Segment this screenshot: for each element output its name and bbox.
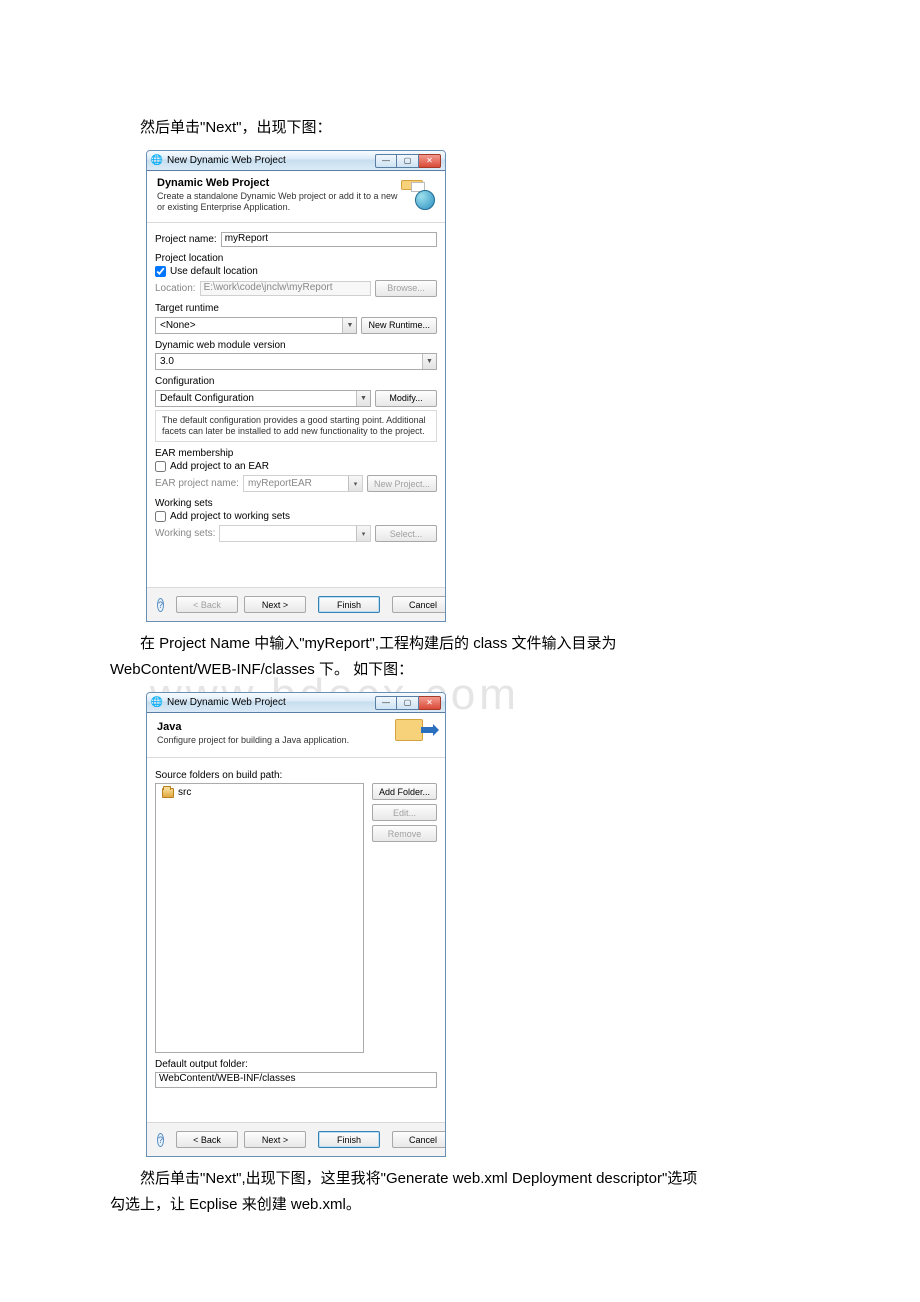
remove-button: Remove	[372, 825, 437, 842]
help-button[interactable]: ?	[157, 1133, 164, 1147]
next-button[interactable]: Next >	[244, 596, 306, 613]
cancel-button[interactable]: Cancel	[392, 596, 446, 613]
minimize-button[interactable]: —	[375, 696, 397, 710]
maximize-button[interactable]: ▢	[397, 154, 419, 168]
default-output-folder-label: Default output folder:	[155, 1059, 437, 1070]
configuration-description: The default configuration provides a goo…	[155, 410, 437, 443]
close-button[interactable]: ✕	[419, 154, 441, 168]
body-para-1: 然后单击"Next"，出现下图：	[110, 116, 810, 140]
body-para-3b: 勾选上，让 Ecplise 来创建 web.xml。	[110, 1193, 810, 1217]
titlebar: 🌐 New Dynamic Web Project — ▢ ✕	[147, 151, 445, 171]
chevron-down-icon: ▼	[356, 391, 370, 406]
window-title: New Dynamic Web Project	[167, 697, 371, 708]
location-label: Location:	[155, 283, 196, 294]
add-to-ear-label: Add project to an EAR	[170, 461, 269, 472]
help-button[interactable]: ?	[157, 598, 164, 612]
working-sets-combo: ▾	[219, 525, 371, 542]
add-to-working-sets-label: Add project to working sets	[170, 511, 290, 522]
banner-description: Configure project for building a Java ap…	[157, 735, 395, 746]
finish-button[interactable]: Finish	[318, 1131, 380, 1148]
window-title: New Dynamic Web Project	[167, 155, 371, 166]
ear-project-name-combo: myReportEAR▾	[243, 475, 363, 492]
ear-project-name-label: EAR project name:	[155, 478, 239, 489]
package-folder-icon	[162, 788, 174, 798]
source-folders-tree[interactable]: src	[155, 783, 364, 1053]
select-button: Select...	[375, 525, 437, 542]
chevron-down-icon: ▾	[356, 526, 370, 541]
finish-button[interactable]: Finish	[318, 596, 380, 613]
project-name-label: Project name:	[155, 234, 217, 245]
dialog-new-dynamic-web-project-2: 🌐 New Dynamic Web Project — ▢ ✕ Java Con…	[146, 692, 446, 1157]
banner-title: Java	[157, 721, 395, 733]
body-para-3a: 然后单击"Next",出现下图，这里我将"Generate web.xml De…	[110, 1167, 810, 1191]
back-button[interactable]: < Back	[176, 1131, 238, 1148]
new-runtime-button[interactable]: New Runtime...	[361, 317, 437, 334]
body-para-2a: 在 Project Name 中输入"myReport",工程构建后的 clas…	[110, 632, 810, 656]
project-location-label: Project location	[155, 253, 437, 264]
working-sets-label: Working sets	[155, 498, 437, 509]
configuration-combo[interactable]: Default Configuration▼	[155, 390, 371, 407]
close-button[interactable]: ✕	[419, 696, 441, 710]
project-name-input[interactable]: myReport	[221, 232, 437, 247]
titlebar: 🌐 New Dynamic Web Project — ▢ ✕	[147, 693, 445, 713]
edit-button: Edit...	[372, 804, 437, 821]
tree-item-src[interactable]: src	[162, 787, 357, 798]
add-folder-button[interactable]: Add Folder...	[372, 783, 437, 800]
web-project-icon	[399, 180, 435, 210]
add-to-ear-checkbox[interactable]	[155, 461, 166, 472]
configuration-label: Configuration	[155, 376, 437, 387]
dialog-new-dynamic-web-project-1: 🌐 New Dynamic Web Project — ▢ ✕ Dynamic …	[146, 150, 446, 622]
eclipse-icon: 🌐	[151, 155, 163, 167]
add-to-working-sets-checkbox[interactable]	[155, 511, 166, 522]
working-sets-field-label: Working sets:	[155, 528, 215, 539]
wizard-banner: Java Configure project for building a Ja…	[147, 713, 445, 758]
maximize-button[interactable]: ▢	[397, 696, 419, 710]
location-input: E:\work\code\jnclw\myReport	[200, 281, 371, 296]
wizard-banner: Dynamic Web Project Create a standalone …	[147, 171, 445, 223]
back-button: < Back	[176, 596, 238, 613]
dynamic-web-version-label: Dynamic web module version	[155, 340, 437, 351]
use-default-location-label: Use default location	[170, 266, 258, 277]
minimize-button[interactable]: —	[375, 154, 397, 168]
tree-item-label: src	[178, 787, 191, 798]
dynamic-web-version-combo[interactable]: 3.0▼	[155, 353, 437, 370]
body-para-2b: WebContent/WEB-INF/classes 下。 如下图：	[110, 658, 810, 682]
eclipse-icon: 🌐	[151, 697, 163, 709]
chevron-down-icon: ▼	[342, 318, 356, 333]
cancel-button[interactable]: Cancel	[392, 1131, 446, 1148]
new-project-button: New Project...	[367, 475, 437, 492]
source-folders-label: Source folders on build path:	[155, 770, 437, 781]
default-output-folder-input[interactable]: WebContent/WEB-INF/classes	[155, 1072, 437, 1088]
browse-button: Browse...	[375, 280, 437, 297]
banner-description: Create a standalone Dynamic Web project …	[157, 191, 399, 214]
banner-title: Dynamic Web Project	[157, 177, 399, 189]
modify-button[interactable]: Modify...	[375, 390, 437, 407]
target-runtime-combo[interactable]: <None>▼	[155, 317, 357, 334]
java-folder-icon	[395, 719, 435, 749]
target-runtime-label: Target runtime	[155, 303, 437, 314]
use-default-location-checkbox[interactable]	[155, 266, 166, 277]
chevron-down-icon: ▼	[422, 354, 436, 369]
chevron-down-icon: ▾	[348, 476, 362, 491]
ear-membership-label: EAR membership	[155, 448, 437, 459]
next-button[interactable]: Next >	[244, 1131, 306, 1148]
